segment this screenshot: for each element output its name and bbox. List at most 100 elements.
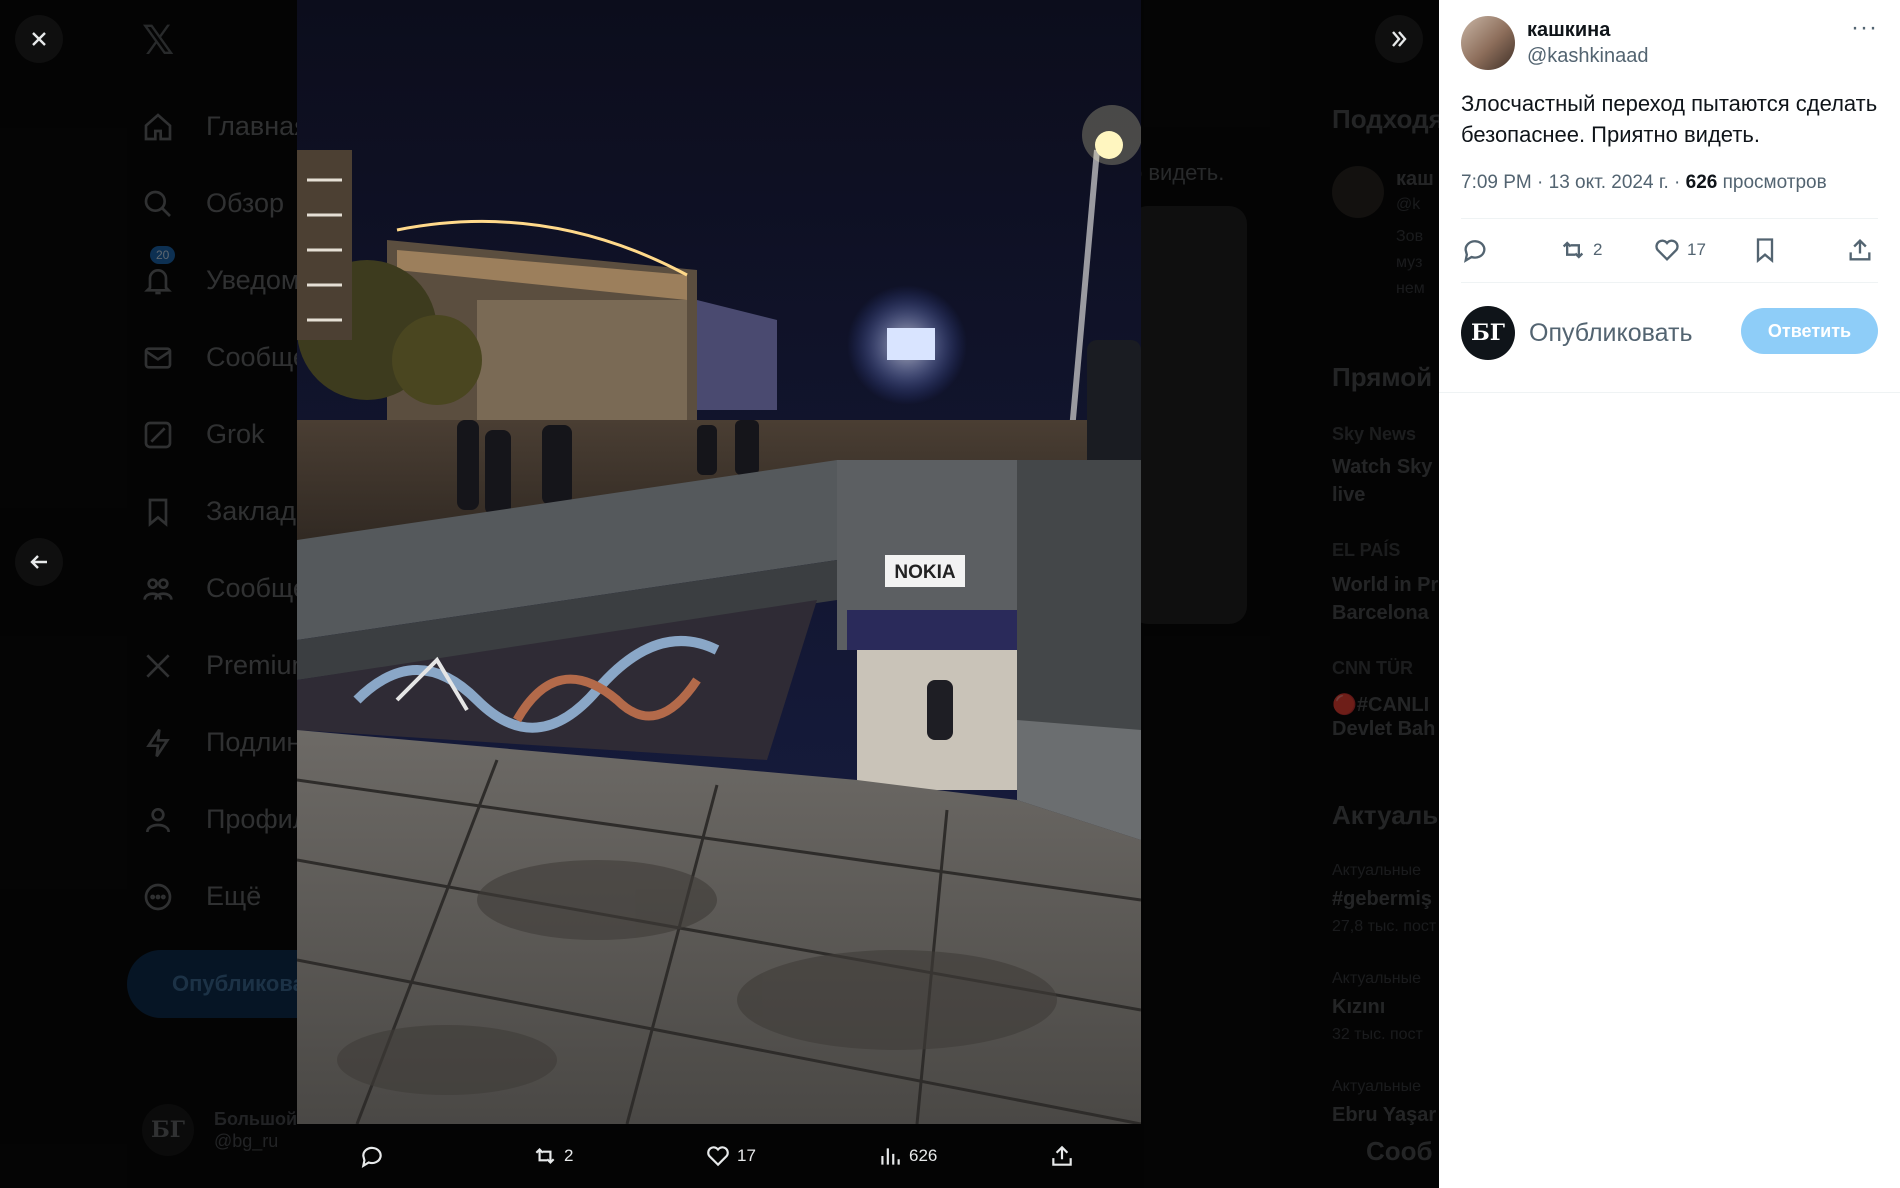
tweet-meta: 7:09 PM · 13 окт. 2024 г. · 626 просмотр… [1461, 172, 1827, 194]
suggested-bio-line: Зов [1396, 228, 1424, 245]
trend-tag[interactable]: #gebermiş [1332, 888, 1432, 911]
account-handle: @bg_ru [214, 1131, 279, 1151]
mail-icon [140, 340, 176, 376]
author-name[interactable]: кашкина [1527, 19, 1648, 42]
suggested-name: каш [1396, 168, 1434, 190]
media-photo[interactable]: NOKIA [297, 0, 1141, 1124]
divider [1439, 392, 1900, 393]
nokia-sign: NOKIA [894, 562, 956, 583]
account-switcher[interactable]: БГ Большой @bg_ru [142, 1104, 297, 1156]
communities-icon [140, 571, 176, 607]
suggested-bio-line: нем [1396, 280, 1425, 297]
live-title[interactable]: Devlet Bah [1332, 718, 1435, 741]
divider [1461, 282, 1878, 283]
x-logo-icon [140, 648, 176, 684]
section-heading: Актуальное [1332, 800, 1439, 830]
share-icon [1849, 239, 1871, 261]
more-circle-icon [140, 879, 176, 915]
like-count: 17 [1687, 240, 1706, 259]
retweet-icon [535, 1147, 555, 1165]
views-count: 626 [909, 1146, 938, 1165]
trend-meta: Актуальные [1332, 862, 1421, 879]
bell-icon [140, 263, 176, 299]
bookmark-button[interactable] [1751, 236, 1785, 264]
tweet-views-count: 626 [1685, 172, 1718, 193]
messages-drawer-title[interactable]: Сооб [1366, 1136, 1433, 1167]
trend-count: 32 тыс. пост [1332, 1026, 1423, 1043]
live-title[interactable]: live [1332, 484, 1365, 507]
live-title[interactable]: World in Pr [1332, 574, 1438, 597]
share-button[interactable] [1846, 236, 1880, 264]
arrow-left-icon [30, 555, 47, 569]
live-title[interactable]: 🔴#CANLI [1332, 692, 1429, 717]
avatar[interactable] [1461, 16, 1515, 70]
sidebar-item-label: Главная [206, 111, 309, 141]
views-button[interactable]: 626 [877, 1143, 937, 1169]
reply-icon [361, 1146, 382, 1168]
tweet-text: Злосчастный переход пытаются сделать без… [1461, 91, 1878, 147]
close-button[interactable] [15, 15, 63, 63]
bolt-icon [140, 725, 176, 761]
tweet-detail-panel: кашкина @kashkinaad ··· Злосчастный пере… [1439, 0, 1900, 1188]
trend-count: 27,8 тыс. пост [1332, 918, 1437, 935]
grok-icon [140, 417, 176, 453]
like-button[interactable]: 17 [705, 1143, 756, 1169]
reply-composer: БГ Ответить [1461, 306, 1878, 360]
live-source: CNN TÜR [1332, 658, 1413, 678]
sidebar-item-label: Обзор [206, 188, 284, 218]
reply-input[interactable] [1529, 318, 1739, 348]
section-heading: Подходящие [1332, 104, 1439, 134]
live-title[interactable]: Watch Sky [1332, 456, 1432, 479]
tweet-author[interactable]: кашкина @kashkinaad [1461, 16, 1648, 70]
live-title[interactable]: Barcelona [1332, 602, 1429, 625]
heart-icon [707, 1146, 729, 1167]
avatar [1332, 166, 1384, 218]
retweet-count: 2 [1593, 240, 1603, 259]
live-source: EL PAÍS [1332, 540, 1401, 560]
person-icon [140, 802, 176, 838]
collapse-panel-button[interactable] [1375, 15, 1423, 63]
right-sidebar: Подходящие каш @k Зов муз нем Прямой Sky… [1332, 0, 1439, 1188]
avatar: БГ [142, 1104, 194, 1156]
close-icon [32, 32, 46, 46]
author-handle[interactable]: @kashkinaad [1527, 45, 1648, 68]
analytics-icon [881, 1148, 900, 1165]
like-button[interactable]: 17 [1653, 236, 1706, 264]
tweet-timestamp[interactable]: 7:09 PM · 13 окт. 2024 г. · [1461, 172, 1686, 193]
background-media-thumbnail [1130, 206, 1247, 624]
suggested-bio-line: муз [1396, 254, 1423, 271]
suggested-handle: @k [1396, 196, 1421, 213]
bookmark-icon [140, 494, 176, 530]
retweet-button[interactable]: 2 [1559, 236, 1602, 264]
like-count: 17 [737, 1146, 756, 1165]
section-heading: Прямой [1332, 362, 1433, 392]
double-chevron-right-icon [1392, 31, 1407, 47]
x-logo-icon[interactable]: 𝕏 [142, 18, 174, 64]
media-action-bar: 2 17 626 [297, 1124, 1141, 1188]
share-icon [1052, 1145, 1072, 1166]
trend-tag[interactable]: Kızını [1332, 996, 1385, 1019]
more-options-icon[interactable]: ··· [1851, 14, 1878, 42]
bookmark-icon [1756, 238, 1774, 263]
search-icon [140, 186, 176, 222]
account-name: Большой [214, 1109, 298, 1129]
heart-icon [1655, 239, 1679, 261]
sidebar-item-label: Ещё [206, 881, 262, 911]
retweet-button[interactable]: 2 [532, 1143, 573, 1169]
previous-button[interactable] [15, 538, 63, 586]
reply-icon [1464, 240, 1486, 263]
reply-button[interactable] [359, 1143, 391, 1169]
reply-button[interactable] [1461, 236, 1495, 264]
tweet-actions: 2 17 [1461, 232, 1878, 272]
sidebar-item-label: Grok [206, 419, 265, 449]
share-button[interactable] [1049, 1143, 1081, 1169]
retweet-icon [1562, 241, 1584, 259]
live-source: Sky News [1332, 424, 1417, 444]
retweet-count: 2 [564, 1146, 574, 1165]
trend-meta: Актуальные [1332, 1078, 1421, 1095]
trend-tag[interactable]: Ebru Yaşar [1332, 1104, 1436, 1127]
divider [1461, 218, 1878, 219]
reply-submit-button[interactable]: Ответить [1741, 308, 1878, 354]
tweet-views-label: просмотров [1717, 172, 1827, 193]
avatar: БГ [1461, 306, 1515, 360]
